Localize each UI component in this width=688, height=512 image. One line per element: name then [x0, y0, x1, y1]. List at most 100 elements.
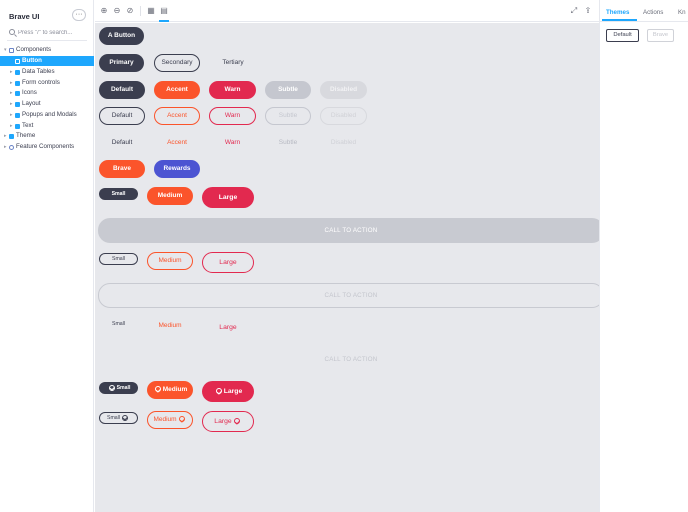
small-outline-icon-button[interactable]: Small: [99, 412, 138, 424]
tree-item-label: Text: [22, 122, 34, 129]
accent-button[interactable]: Accent: [154, 81, 200, 99]
small-text-button[interactable]: Small: [99, 318, 138, 330]
button-label: Large: [214, 418, 232, 425]
small-button[interactable]: Small: [99, 188, 138, 200]
more-button[interactable]: ···: [72, 9, 86, 21]
component-icon: [15, 102, 20, 107]
subtle-button[interactable]: Subtle: [265, 81, 311, 99]
medium-button[interactable]: Medium: [147, 187, 193, 205]
call-to-action-outline-button[interactable]: CALL TO ACTION: [98, 283, 599, 308]
search-icon: [9, 29, 15, 35]
search-bar: [7, 27, 87, 38]
check-circle-icon: [178, 416, 185, 423]
accent-outline-button[interactable]: Accent: [154, 107, 200, 125]
button-label: Medium: [153, 416, 177, 423]
secondary-button[interactable]: Secondary: [154, 54, 200, 72]
tree-item-text[interactable]: ▸ Text: [0, 121, 94, 131]
chevron-right-icon: ▸: [10, 112, 13, 118]
background-icon[interactable]: ▤: [159, 6, 169, 16]
chevron-right-icon: ▸: [10, 69, 13, 75]
default-outline-button[interactable]: Default: [99, 107, 145, 125]
tree-item-button[interactable]: Button: [0, 56, 94, 66]
app-title[interactable]: Brave UI: [9, 12, 39, 21]
zoom-reset-icon[interactable]: ⊘: [125, 6, 135, 16]
rewards-button[interactable]: Rewards: [154, 160, 200, 178]
call-to-action-text-button[interactable]: CALL TO ACTION: [98, 347, 599, 372]
divider: [600, 21, 688, 22]
chevron-right-icon: ▸: [10, 123, 13, 129]
call-to-action-button[interactable]: CALL TO ACTION: [98, 218, 599, 243]
tab-actions[interactable]: Actions: [643, 9, 663, 16]
disabled-button: Disabled: [320, 81, 367, 99]
component-icon: [15, 124, 20, 129]
story-icon: [15, 59, 20, 64]
component-icon: [15, 70, 20, 75]
tree-item-data-tables[interactable]: ▸ Data Tables: [0, 67, 94, 77]
primary-button[interactable]: Primary: [99, 54, 144, 72]
tree-item-label: Icons: [22, 89, 37, 96]
search-input[interactable]: [18, 27, 86, 38]
a-button[interactable]: A Button: [99, 27, 144, 45]
theme-default-button[interactable]: Default: [606, 29, 639, 42]
brave-button[interactable]: Brave: [99, 160, 145, 178]
component-icon: [15, 81, 20, 86]
large-outline-button[interactable]: Large: [202, 252, 254, 273]
toolbar-divider: [140, 6, 141, 16]
chevron-right-icon: ▸: [10, 101, 13, 107]
disabled-outline-button: Disabled: [320, 107, 367, 125]
zoom-in-icon[interactable]: ⊕: [99, 6, 109, 16]
medium-text-button[interactable]: Medium: [147, 317, 193, 335]
sidebar: Brave UI ··· ▾ Components Button ▸ Data …: [0, 0, 94, 512]
component-icon: [9, 134, 14, 139]
grid-icon[interactable]: ▦: [146, 6, 156, 16]
subtle-outline-button[interactable]: Subtle: [265, 107, 311, 125]
tree-item-components[interactable]: ▾ Components: [0, 45, 94, 55]
tree-item-label: Data Tables: [22, 68, 55, 75]
tree-item-layout[interactable]: ▸ Layout: [0, 99, 94, 109]
chevron-right-icon: ▸: [4, 144, 7, 150]
warn-outline-button[interactable]: Warn: [209, 107, 256, 125]
preview-canvas: A Button Primary Secondary Tertiary Defa…: [95, 23, 599, 512]
medium-outline-button[interactable]: Medium: [147, 252, 193, 270]
tree-item-label: Layout: [22, 100, 41, 107]
warn-button[interactable]: Warn: [209, 81, 256, 99]
check-circle-icon: [215, 388, 222, 395]
active-indicator: [159, 20, 169, 22]
tab-themes[interactable]: Themes: [606, 9, 629, 16]
tree-item-label: Components: [16, 46, 52, 53]
fullscreen-icon[interactable]: ⤢: [569, 6, 579, 16]
check-circle-icon: [154, 386, 161, 393]
folder-icon: [9, 48, 14, 53]
tree-item-form-controls[interactable]: ▸ Form controls: [0, 78, 94, 88]
tree-item-feature-components[interactable]: ▸ Feature Components: [0, 142, 94, 152]
check-circle-icon: [108, 384, 115, 391]
large-text-button[interactable]: Large: [202, 317, 254, 338]
divider: [7, 40, 87, 41]
tree-item-theme[interactable]: ▸ Theme: [0, 131, 94, 141]
warn-text-button[interactable]: Warn: [209, 134, 256, 152]
accent-text-button[interactable]: Accent: [154, 134, 200, 152]
subtle-text-button[interactable]: Subtle: [265, 134, 311, 152]
medium-icon-button[interactable]: Medium: [147, 381, 193, 399]
default-text-button[interactable]: Default: [99, 134, 145, 152]
share-icon[interactable]: ⇪: [583, 6, 593, 16]
theme-dark-button[interactable]: Brave Dark: [647, 29, 674, 42]
zoom-out-icon[interactable]: ⊖: [112, 6, 122, 16]
large-outline-icon-button[interactable]: Large: [202, 411, 254, 432]
tree-item-label: Form controls: [22, 79, 60, 86]
large-icon-button[interactable]: Large: [202, 381, 254, 402]
large-button[interactable]: Large: [202, 187, 254, 208]
component-icon: [15, 113, 20, 118]
small-icon-button[interactable]: Small: [99, 382, 138, 394]
default-button[interactable]: Default: [99, 81, 145, 99]
chevron-right-icon: ▸: [4, 133, 7, 139]
small-outline-button[interactable]: Small: [99, 253, 138, 265]
chevron-down-icon: ▾: [4, 47, 7, 53]
tree-item-popups[interactable]: ▸ Popups and Modals: [0, 110, 94, 120]
tree-item-icons[interactable]: ▸ Icons: [0, 88, 94, 98]
medium-outline-icon-button[interactable]: Medium: [147, 411, 193, 429]
tertiary-button[interactable]: Tertiary: [209, 54, 257, 72]
button-label: Small: [107, 415, 120, 421]
tab-knobs[interactable]: Kn: [678, 9, 686, 16]
feature-icon: [9, 145, 14, 150]
